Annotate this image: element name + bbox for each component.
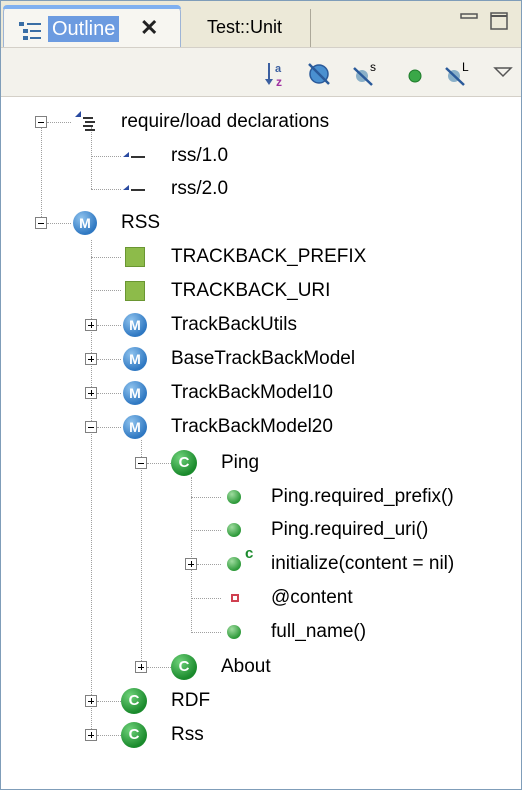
tree-row-field[interactable]: @content bbox=[1, 583, 521, 613]
tree-label: BaseTrackBackModel bbox=[171, 348, 356, 369]
tree-row-class[interactable]: C RDF bbox=[1, 686, 521, 716]
tree-label: About bbox=[221, 656, 271, 677]
tree-row-method[interactable]: full_name() bbox=[1, 617, 521, 647]
outline-toolbar: a z s L bbox=[1, 47, 521, 97]
svg-text:a: a bbox=[275, 63, 282, 75]
tree-label: TRACKBACK_PREFIX bbox=[171, 246, 367, 267]
hide-fields-icon[interactable] bbox=[305, 60, 335, 88]
tree-label: RDF bbox=[171, 690, 211, 711]
collapse-toggle[interactable] bbox=[135, 457, 147, 469]
module-icon: M bbox=[123, 381, 147, 405]
tree-row-require-item[interactable]: rss/1.0 bbox=[1, 141, 521, 171]
expand-toggle[interactable] bbox=[85, 387, 97, 399]
view-tab-bar: Outline ✕ Test::Unit bbox=[1, 1, 521, 47]
tree-row-constant[interactable]: TRACKBACK_URI bbox=[1, 276, 521, 306]
collapse-toggle[interactable] bbox=[85, 421, 97, 433]
class-icon: C bbox=[121, 722, 147, 748]
active-tab-accent bbox=[3, 5, 181, 9]
tree-label: initialize(content = nil) bbox=[271, 553, 455, 574]
tree-row-method[interactable]: Ping.required_uri() bbox=[1, 515, 521, 545]
svg-text:z: z bbox=[276, 75, 282, 88]
expand-toggle[interactable] bbox=[135, 661, 147, 673]
tree-label: TrackBackModel10 bbox=[171, 382, 333, 403]
tree-label: TRACKBACK_URI bbox=[171, 280, 331, 301]
hide-static-icon[interactable]: s bbox=[351, 60, 381, 88]
tree-row-method[interactable]: Ping.required_prefix() bbox=[1, 482, 521, 512]
constant-icon bbox=[125, 247, 145, 267]
tab-test-unit[interactable]: Test::Unit bbox=[183, 9, 311, 47]
module-icon: M bbox=[73, 211, 97, 235]
outline-icon bbox=[19, 22, 41, 40]
tab-outline-label: Outline bbox=[48, 16, 120, 42]
expand-toggle[interactable] bbox=[85, 319, 97, 331]
tree-label: full_name() bbox=[271, 621, 367, 642]
tab-outline[interactable]: Outline ✕ bbox=[3, 5, 181, 47]
tree-label: Rss bbox=[171, 724, 204, 745]
maximize-icon[interactable] bbox=[489, 11, 509, 31]
outline-view: Outline ✕ Test::Unit a z s L require/loa… bbox=[0, 0, 522, 790]
tree-row-module-rss[interactable]: M RSS bbox=[1, 208, 521, 238]
tree-label: Ping bbox=[221, 452, 260, 473]
collapse-toggle[interactable] bbox=[35, 217, 47, 229]
tree-row-require-group[interactable]: require/load declarations bbox=[1, 107, 521, 137]
view-menu-icon[interactable] bbox=[489, 60, 519, 88]
expand-toggle[interactable] bbox=[85, 353, 97, 365]
tree-label: RSS bbox=[121, 212, 161, 233]
close-icon[interactable]: ✕ bbox=[140, 16, 158, 40]
tree-label: TrackBackUtils bbox=[171, 314, 297, 335]
expand-toggle[interactable] bbox=[85, 695, 97, 707]
tree-label: @content bbox=[271, 587, 353, 608]
tree-row-class-ping[interactable]: C Ping bbox=[1, 448, 521, 478]
tree-row-module[interactable]: M TrackBackUtils bbox=[1, 310, 521, 340]
constructor-badge: c bbox=[245, 545, 254, 562]
module-icon: M bbox=[123, 415, 147, 439]
tree-row-module[interactable]: M TrackBackModel10 bbox=[1, 378, 521, 408]
require-item-icon bbox=[123, 185, 145, 191]
public-method-icon bbox=[227, 490, 241, 504]
tree-label: require/load declarations bbox=[121, 111, 330, 132]
class-icon: C bbox=[121, 688, 147, 714]
class-icon: C bbox=[171, 450, 197, 476]
hide-local-types-icon[interactable]: L bbox=[443, 60, 473, 88]
expand-toggle[interactable] bbox=[85, 729, 97, 741]
tree-row-class-about[interactable]: C About bbox=[1, 652, 521, 682]
module-icon: M bbox=[123, 347, 147, 371]
public-method-icon bbox=[227, 523, 241, 537]
tree-row-class[interactable]: C Rss bbox=[1, 720, 521, 750]
collapse-toggle[interactable] bbox=[35, 116, 47, 128]
outline-tree: require/load declarations rss/1.0 rss/2.… bbox=[1, 97, 521, 789]
tree-row-require-item[interactable]: rss/2.0 bbox=[1, 174, 521, 204]
tree-row-method-constructor[interactable]: c initialize(content = nil) bbox=[1, 545, 521, 579]
tree-row-module[interactable]: M BaseTrackBackModel bbox=[1, 344, 521, 374]
svg-text:s: s bbox=[370, 60, 376, 74]
tree-label: TrackBackModel20 bbox=[171, 416, 333, 437]
class-icon: C bbox=[171, 654, 197, 680]
sort-alpha-icon[interactable]: a z bbox=[263, 60, 293, 88]
constructor-icon bbox=[227, 557, 241, 571]
tree-label: Ping.required_uri() bbox=[271, 519, 429, 540]
require-item-icon bbox=[123, 152, 145, 158]
tree-label: Ping.required_prefix() bbox=[271, 486, 454, 507]
svg-text:L: L bbox=[462, 60, 469, 74]
minimize-icon[interactable] bbox=[459, 11, 479, 31]
module-icon: M bbox=[123, 313, 147, 337]
instance-field-icon bbox=[231, 594, 239, 602]
tree-label: rss/2.0 bbox=[171, 178, 229, 199]
tab-test-unit-label: Test::Unit bbox=[207, 17, 283, 37]
tree-row-module[interactable]: M TrackBackModel20 bbox=[1, 412, 521, 442]
tree-row-constant[interactable]: TRACKBACK_PREFIX bbox=[1, 242, 521, 272]
expand-toggle[interactable] bbox=[185, 558, 197, 570]
constant-icon bbox=[125, 281, 145, 301]
tree-label: rss/1.0 bbox=[171, 145, 229, 166]
require-list-icon bbox=[75, 111, 95, 131]
hide-non-public-icon[interactable] bbox=[401, 60, 431, 88]
public-method-icon bbox=[227, 625, 241, 639]
